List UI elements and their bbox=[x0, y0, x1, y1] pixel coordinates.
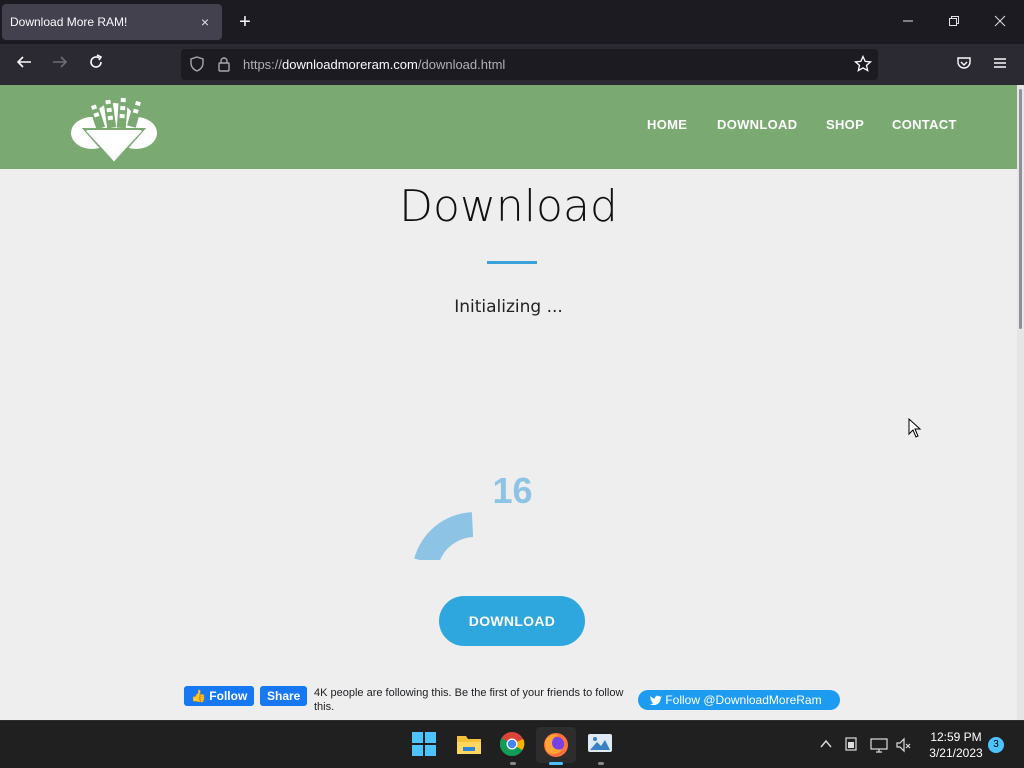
progress-count: 16 bbox=[0, 470, 1017, 512]
pocket-icon[interactable] bbox=[952, 53, 976, 77]
nav-download[interactable]: DOWNLOAD bbox=[717, 117, 797, 132]
restore-icon[interactable] bbox=[944, 12, 964, 32]
system-clock[interactable]: 12:59 PM 3/21/2023 bbox=[922, 729, 990, 761]
url-bar[interactable]: https://downloadmoreram.com/download.htm… bbox=[181, 49, 878, 80]
battery-icon[interactable] bbox=[844, 737, 858, 754]
mouse-cursor-icon bbox=[908, 418, 922, 438]
nav-contact[interactable]: CONTACT bbox=[892, 117, 957, 132]
web-page: HOME DOWNLOAD SHOP CONTACT Download Init… bbox=[0, 85, 1017, 720]
forward-icon[interactable] bbox=[48, 53, 72, 77]
photos-running-indicator bbox=[598, 762, 604, 765]
back-icon[interactable] bbox=[12, 53, 36, 77]
volume-muted-icon[interactable] bbox=[896, 737, 912, 756]
network-icon[interactable] bbox=[870, 737, 888, 756]
nav-home[interactable]: HOME bbox=[647, 117, 687, 132]
browser-tab[interactable]: Download More RAM! × bbox=[2, 4, 222, 40]
shield-icon[interactable] bbox=[189, 56, 205, 77]
browser-tab-bar: Download More RAM! × + bbox=[0, 0, 1024, 44]
clock-time: 12:59 PM bbox=[930, 730, 982, 744]
facebook-share-button[interactable]: Share bbox=[260, 686, 308, 706]
twitter-bird-icon bbox=[650, 693, 665, 707]
tab-title: Download More RAM! bbox=[10, 15, 128, 29]
firefox-active-indicator bbox=[549, 762, 563, 765]
browser-nav-bar: https://downloadmoreram.com/download.htm… bbox=[0, 44, 1024, 85]
close-tab-icon[interactable]: × bbox=[196, 13, 214, 31]
firefox-icon bbox=[544, 733, 568, 757]
status-text: Initializing ... bbox=[454, 297, 563, 317]
windows-taskbar: 12:59 PM 3/21/2023 3 bbox=[0, 720, 1024, 768]
file-explorer-icon[interactable] bbox=[455, 731, 483, 759]
minimize-icon[interactable] bbox=[898, 12, 918, 32]
nav-shop[interactable]: SHOP bbox=[826, 117, 864, 132]
site-header: HOME DOWNLOAD SHOP CONTACT bbox=[0, 85, 1017, 169]
facebook-follow-label: Follow bbox=[209, 689, 248, 703]
url-host: downloadmoreram.com bbox=[282, 57, 418, 72]
windows-start-icon[interactable] bbox=[411, 731, 439, 759]
url-path: /download.html bbox=[417, 57, 506, 72]
site-logo[interactable] bbox=[70, 91, 160, 167]
scrollbar-thumb[interactable] bbox=[1019, 89, 1022, 329]
chrome-running-indicator bbox=[510, 762, 516, 765]
twitter-follow-label: Follow @DownloadMoreRam bbox=[665, 693, 822, 707]
progress-gauge-arc bbox=[414, 512, 474, 560]
photos-app-icon[interactable] bbox=[587, 731, 615, 759]
notification-badge[interactable]: 3 bbox=[988, 737, 1004, 753]
new-tab-button[interactable]: + bbox=[234, 11, 256, 33]
page-title: Download bbox=[399, 181, 618, 232]
show-hidden-icons-chevron-icon[interactable] bbox=[819, 737, 833, 754]
clock-date: 3/21/2023 bbox=[929, 746, 983, 760]
lock-icon[interactable] bbox=[217, 56, 231, 77]
firefox-taskbar-button[interactable] bbox=[536, 727, 576, 763]
url-scheme: https:// bbox=[243, 57, 283, 72]
page-scrollbar[interactable] bbox=[1017, 85, 1024, 720]
title-divider bbox=[487, 261, 537, 264]
menu-icon[interactable] bbox=[988, 53, 1012, 77]
progress-count-value: 16 bbox=[492, 470, 533, 511]
facebook-follow-text: 4K people are following this. Be the fir… bbox=[314, 687, 624, 713]
bookmark-star-icon[interactable] bbox=[853, 54, 873, 78]
download-button[interactable]: DOWNLOAD bbox=[439, 596, 585, 646]
twitter-follow-button[interactable]: Follow @DownloadMoreRam bbox=[638, 690, 840, 710]
thumbs-up-icon: 👍 bbox=[191, 689, 206, 703]
facebook-follow-button[interactable]: 👍 Follow bbox=[184, 686, 255, 706]
url-text[interactable]: https://downloadmoreram.com/download.htm… bbox=[243, 57, 505, 72]
reload-icon[interactable] bbox=[84, 53, 108, 77]
close-window-icon[interactable] bbox=[990, 12, 1010, 32]
chrome-icon[interactable] bbox=[499, 731, 527, 759]
